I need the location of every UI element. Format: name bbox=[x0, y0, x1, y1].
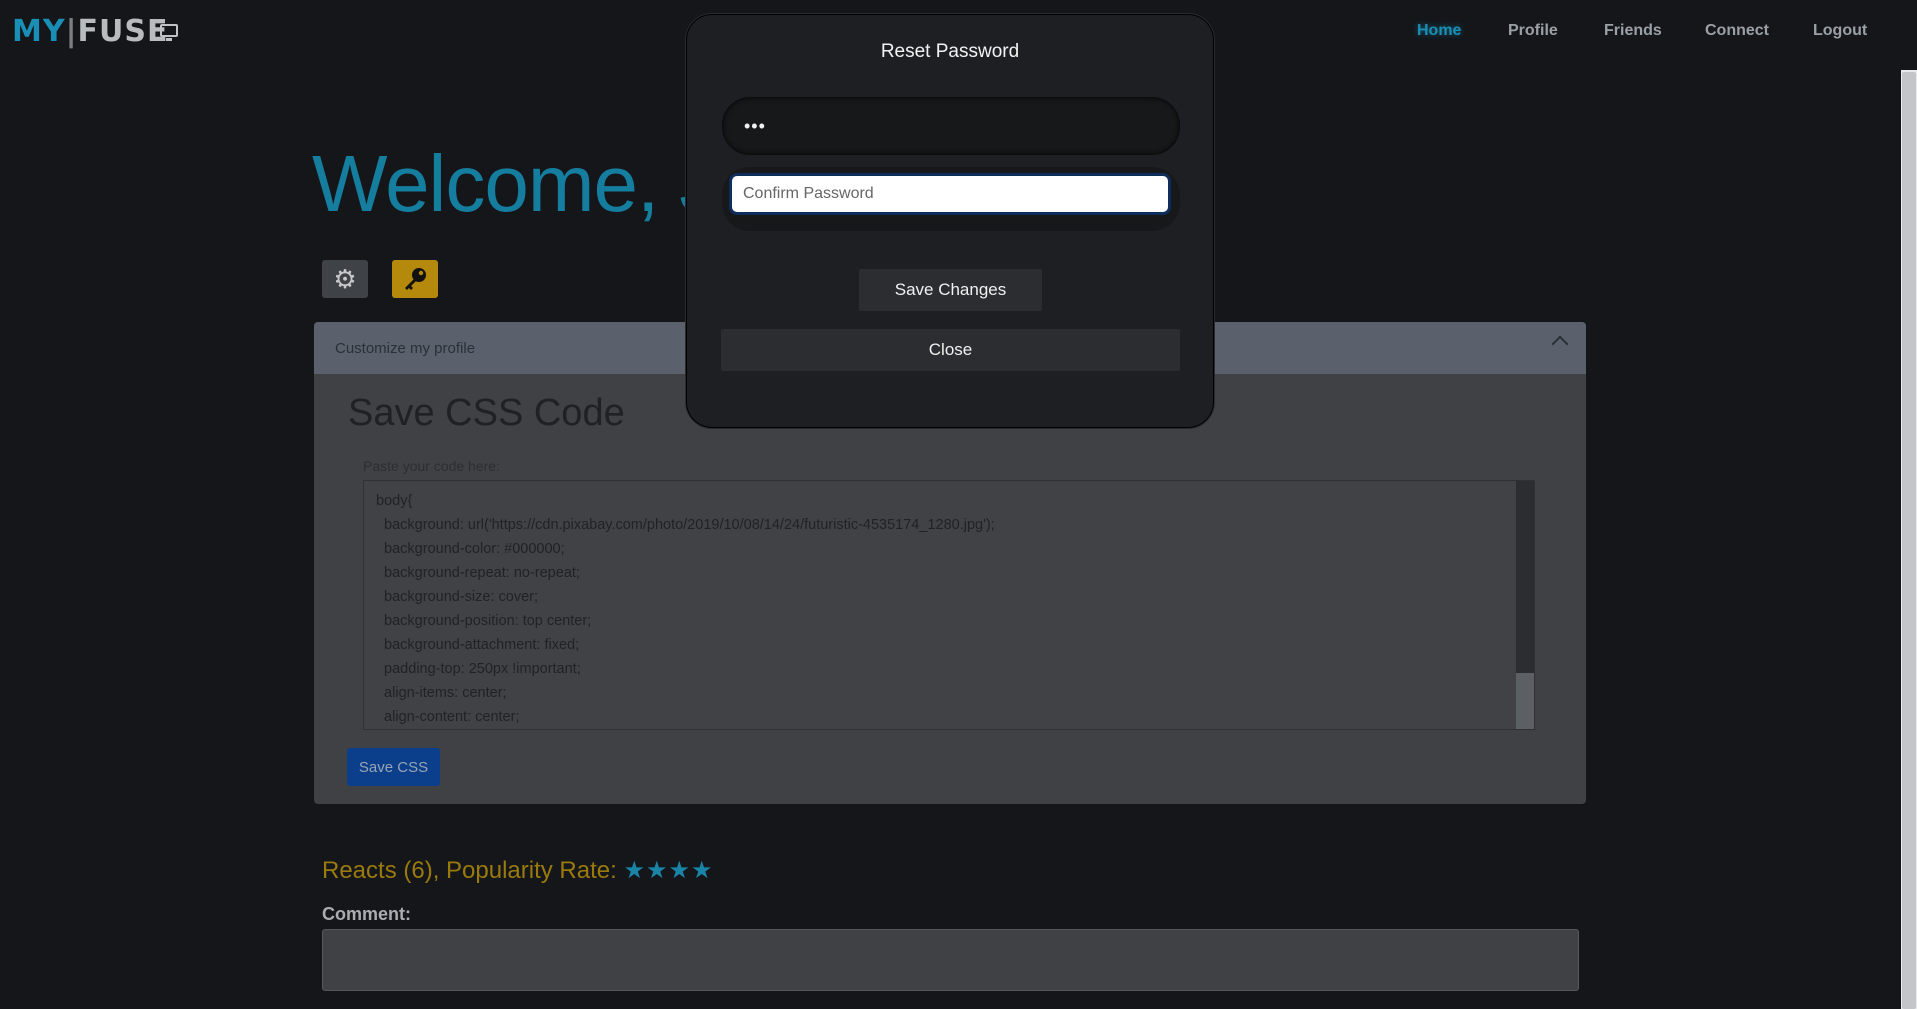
nav-connect[interactable]: Connect bbox=[1705, 22, 1769, 40]
nav-profile[interactable]: Profile bbox=[1508, 22, 1558, 40]
close-button[interactable]: Close bbox=[721, 329, 1180, 371]
save-changes-button[interactable]: Save Changes bbox=[859, 269, 1042, 311]
welcome-heading: Welcome, J bbox=[312, 139, 719, 228]
reacts-summary: Reacts (6), Popularity Rate: ★★★★ bbox=[322, 856, 714, 885]
comment-textarea[interactable] bbox=[322, 929, 1579, 991]
customize-profile-label: Customize my profile bbox=[335, 339, 476, 357]
popularity-stars: ★★★★ bbox=[623, 857, 714, 884]
code-scrollbar-track[interactable] bbox=[1516, 481, 1534, 729]
save-css-button[interactable]: Save CSS bbox=[347, 748, 440, 786]
key-icon bbox=[405, 268, 426, 290]
css-code-content: body{ background: url('https://cdn.pixab… bbox=[376, 493, 995, 725]
nav-home[interactable]: Home bbox=[1417, 22, 1461, 40]
reset-password-modal: Reset Password ••• Save Changes Close bbox=[686, 14, 1214, 428]
reset-password-button[interactable] bbox=[392, 260, 438, 298]
new-password-field[interactable]: ••• bbox=[722, 97, 1180, 155]
modal-title: Reset Password bbox=[880, 41, 1020, 62]
nav-logout[interactable]: Logout bbox=[1813, 22, 1867, 40]
reacts-text: Reacts (6), Popularity Rate: bbox=[322, 857, 624, 884]
comment-label: Comment: bbox=[322, 904, 411, 924]
code-scrollbar-thumb[interactable] bbox=[1516, 481, 1534, 673]
css-code-textarea[interactable]: body{ background: url('https://cdn.pixab… bbox=[363, 480, 1535, 730]
settings-button[interactable]: ⚙ bbox=[322, 260, 368, 298]
save-css-title: Save CSS Code bbox=[348, 392, 625, 434]
gear-icon: ⚙ bbox=[333, 263, 357, 294]
paste-code-label: Paste your code here: bbox=[363, 458, 500, 474]
page-scrollbar-thumb[interactable] bbox=[1902, 72, 1916, 1009]
chevron-up-icon bbox=[1551, 335, 1569, 353]
nav-friends[interactable]: Friends bbox=[1604, 22, 1662, 40]
confirm-password-field[interactable] bbox=[729, 173, 1171, 215]
